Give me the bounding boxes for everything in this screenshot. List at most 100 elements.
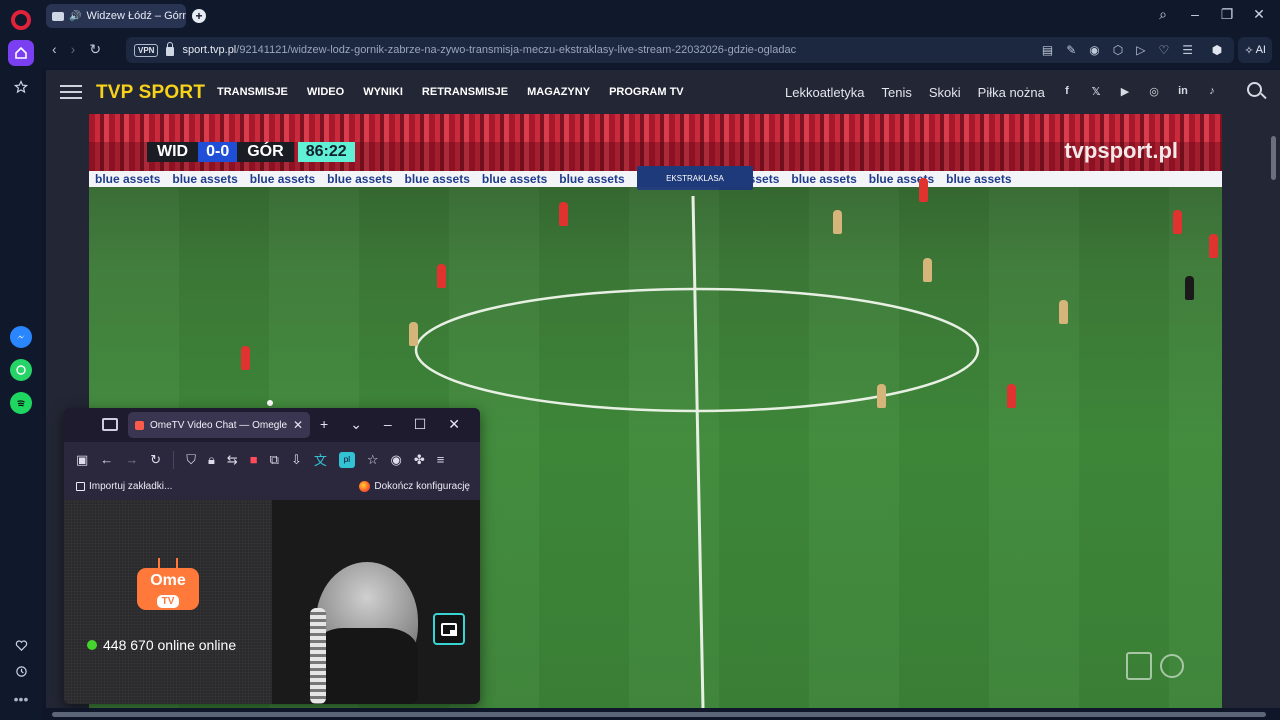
back-icon[interactable]: ← (100, 452, 113, 467)
close-icon[interactable]: ✕ (448, 416, 460, 433)
messenger-icon[interactable] (10, 326, 32, 348)
reader-icon[interactable]: ▤ (1042, 43, 1053, 57)
nav-pilka-nozna[interactable]: Piłka nożna (978, 85, 1045, 100)
youtube-icon[interactable]: ▶ (1118, 84, 1132, 98)
nav-program-tv[interactable]: PROGRAM TV (609, 86, 684, 98)
page-scrollbar[interactable] (1268, 114, 1280, 708)
instagram-icon[interactable]: ◎ (1147, 84, 1161, 98)
minimize-icon[interactable]: – (1188, 6, 1202, 23)
spotify-icon[interactable] (10, 392, 32, 414)
nav-tenis[interactable]: Tenis (882, 85, 912, 100)
nav-retransmisje[interactable]: RETRANSMISJE (422, 86, 508, 98)
minimize-icon[interactable]: – (384, 416, 392, 433)
page-scrollbar-thumb[interactable] (1271, 136, 1276, 180)
more-dots-icon[interactable]: ••• (8, 686, 34, 712)
player (833, 210, 842, 234)
ometv-favicon-icon (135, 420, 144, 430)
heart-icon[interactable] (8, 632, 34, 658)
bookmark-heart-icon[interactable]: ♡ (1158, 43, 1169, 57)
share-icon[interactable]: ✎ (1066, 43, 1076, 57)
adblock-shield-icon[interactable]: ⬡ (1113, 43, 1123, 57)
forward-icon[interactable]: › (71, 41, 76, 58)
close-icon[interactable]: ✕ (1252, 6, 1266, 23)
main-nav: TRANSMISJE WIDEO WYNIKI RETRANSMISJE MAG… (217, 86, 684, 98)
restore-icon[interactable]: ❐ (1220, 6, 1234, 23)
new-tab-plus-icon[interactable]: + (192, 9, 206, 23)
linkedin-icon[interactable]: in (1176, 84, 1190, 98)
player (437, 264, 446, 288)
person-chain (310, 608, 326, 704)
nav-skoki[interactable]: Skoki (929, 85, 961, 100)
bookmark-star-icon[interactable]: ☆ (367, 452, 379, 468)
forward-icon[interactable]: → (125, 452, 138, 467)
tab-groups-icon[interactable] (102, 418, 118, 431)
nav-wideo[interactable]: WIDEO (307, 86, 344, 98)
finish-setup-link[interactable]: Dokończ konfigurację (359, 481, 470, 492)
reload-icon[interactable]: ↻ (150, 452, 161, 468)
vpn-badge[interactable]: VPN (134, 43, 159, 57)
ai-button[interactable]: ✧ AI (1238, 37, 1272, 63)
tab-list-chevron-down-icon[interactable]: ⌄ (350, 416, 362, 433)
menu-icon[interactable]: ≡ (437, 452, 445, 467)
extensions-icon[interactable]: ✤ (414, 452, 425, 468)
hamburger-menu-icon[interactable] (60, 85, 82, 99)
account-icon[interactable]: ◉ (391, 452, 402, 468)
player (559, 202, 568, 226)
lock-icon[interactable] (166, 42, 175, 56)
speaker-icon[interactable]: 🔊 (69, 11, 81, 22)
history-clock-icon[interactable] (8, 658, 34, 684)
browser-tab-bar: 🔊 Widzew Łódź – Górnik + ⌕ – ❐ ✕ (42, 0, 1280, 32)
sidebar-toggle-icon[interactable]: ▣ (76, 452, 88, 468)
browser-tab-active[interactable]: 🔊 Widzew Łódź – Górnik (46, 4, 186, 28)
language-badge-icon[interactable]: pl (338, 451, 355, 468)
ometv-tab-title: OmeTV Video Chat — Omegle (150, 419, 287, 431)
tab-favicon-icon (52, 11, 64, 21)
player-icon[interactable]: ▷ (1136, 43, 1145, 57)
reload-icon[interactable]: ↻ (89, 41, 101, 58)
maximize-icon[interactable]: ☐ (414, 416, 427, 433)
ometv-logo: Ome TV (137, 568, 199, 610)
extensions-cube-icon[interactable]: ⬢ (1204, 37, 1230, 63)
url-field[interactable]: VPN sport.tvp.pl/92141121/widzew-lodz-go… (126, 37, 1234, 63)
ekstraklasa-logo-icon (1126, 652, 1152, 680)
screenshot-icon[interactable]: ⧉ (270, 452, 279, 468)
shield-icon[interactable]: ⛉ (186, 452, 196, 468)
facebook-icon[interactable]: f (1060, 84, 1074, 98)
camera-recording-icon[interactable]: ■ (250, 452, 258, 467)
translate-icon[interactable]: 文 (314, 450, 327, 469)
back-icon[interactable]: ‹ (52, 41, 57, 58)
ometv-bookmarks-bar: Importuj zakładki... Dokończ konfiguracj… (64, 476, 480, 500)
url-actions: ▤ ✎ ◉ ⬡ ▷ ♡ ☰ 👤 (1042, 40, 1226, 60)
tab-close-icon[interactable]: ✕ (293, 418, 303, 432)
nav-magazyny[interactable]: MAGAZYNY (527, 86, 590, 98)
nav-transmisje[interactable]: TRANSMISJE (217, 86, 288, 98)
ometv-browser-window[interactable]: OmeTV Video Chat — Omegle ✕ + ⌄ – ☐ ✕ ▣ … (64, 408, 480, 704)
url-text[interactable]: sport.tvp.pl/92141121/widzew-lodz-gornik… (182, 44, 796, 56)
permissions-icon[interactable]: ⇆ (227, 452, 238, 468)
import-bookmarks-link[interactable]: Importuj zakładki... (76, 481, 172, 492)
tvp-sport-logo[interactable]: TVP SPORT (96, 82, 205, 104)
favorites-star-icon[interactable] (8, 74, 34, 100)
new-tab-plus-icon[interactable]: + (320, 416, 328, 433)
ometv-tab[interactable]: OmeTV Video Chat — Omegle ✕ (128, 412, 310, 438)
opera-logo-icon[interactable] (11, 10, 31, 30)
player (1059, 300, 1068, 324)
window-controls: ⌕ – ❐ ✕ (1156, 6, 1266, 23)
person-face-mask (312, 628, 418, 704)
whatsapp-icon[interactable] (10, 359, 32, 381)
search-icon[interactable] (1247, 82, 1262, 97)
nav-lekkoatletyka[interactable]: Lekkoatletyka (785, 85, 865, 100)
league-badge-icon (1160, 654, 1184, 678)
horizontal-scrollbar[interactable] (42, 708, 1280, 720)
tab-search-icon[interactable]: ⌕ (1156, 6, 1170, 23)
x-twitter-icon[interactable]: 𝕏 (1089, 84, 1103, 98)
lock-icon[interactable]: 🔒︎ (208, 452, 215, 468)
tiktok-icon[interactable]: ♪ (1205, 84, 1219, 98)
nav-wyniki[interactable]: WYNIKI (363, 86, 403, 98)
easy-setup-icon[interactable]: ☰ (1182, 43, 1193, 57)
picture-in-picture-button[interactable] (433, 613, 465, 645)
home-icon[interactable] (8, 40, 34, 66)
horizontal-scrollbar-thumb[interactable] (52, 712, 1266, 717)
camera-icon[interactable]: ◉ (1089, 43, 1099, 57)
save-icon[interactable]: ⇩ (291, 452, 302, 468)
